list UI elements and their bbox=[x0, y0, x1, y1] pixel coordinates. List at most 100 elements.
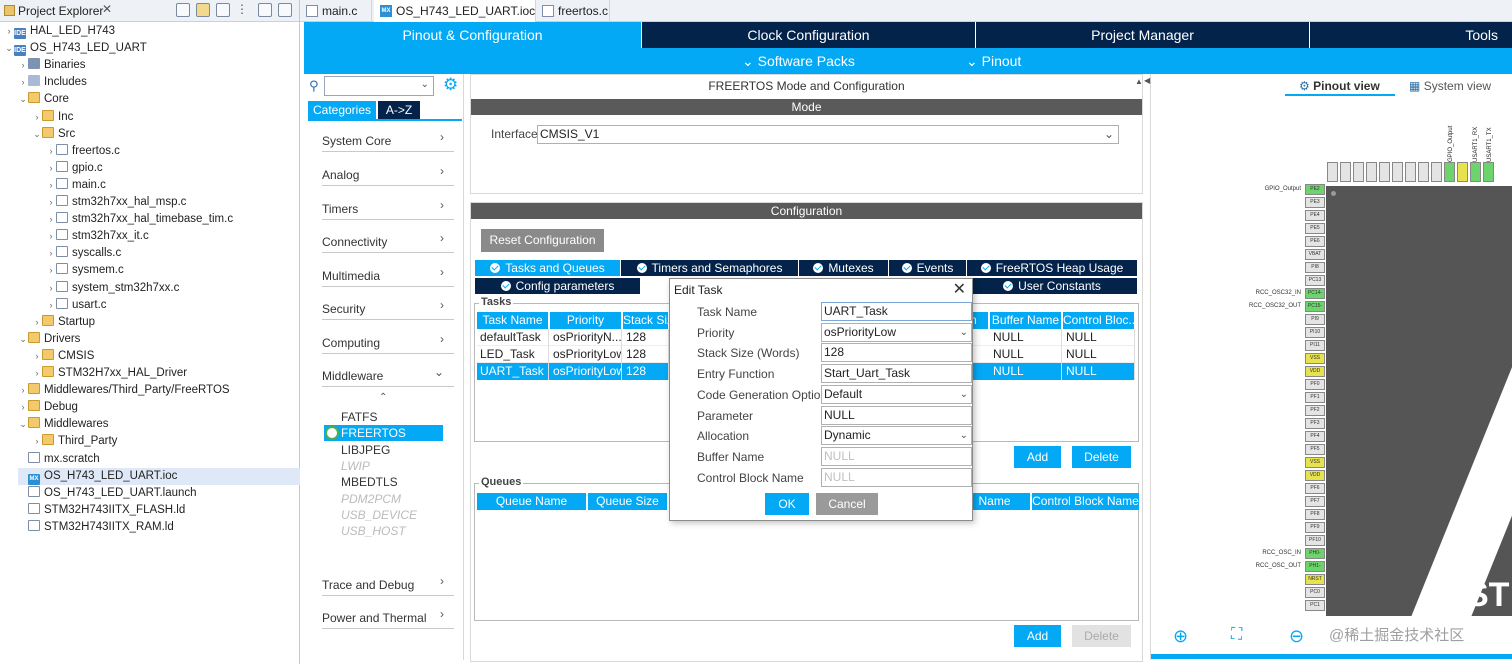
tree-item[interactable]: › Debug bbox=[18, 399, 78, 416]
tree-item[interactable]: › Binaries bbox=[18, 57, 86, 74]
link-editor-icon[interactable] bbox=[196, 3, 210, 17]
category-timers[interactable]: Timers › bbox=[322, 198, 454, 220]
tab-clock-configuration[interactable]: Clock Configuration bbox=[642, 22, 975, 48]
collapse-arrow-icon[interactable]: ◀ bbox=[1144, 76, 1150, 85]
tree-item[interactable]: ⌄IDE OS_H743_LED_UART bbox=[4, 40, 147, 57]
pin-pc15[interactable]: PC15- bbox=[1305, 301, 1325, 312]
pin-pf10[interactable]: PF10 bbox=[1305, 535, 1325, 546]
config-tab-mutexes[interactable]: Mutexes bbox=[799, 260, 889, 276]
pin-pf7[interactable]: PF7 bbox=[1305, 496, 1325, 507]
tree-item[interactable]: MX OS_H743_LED_UART.ioc bbox=[18, 467, 300, 485]
category-search-input[interactable]: ⌄ bbox=[324, 76, 434, 96]
expand-toggle-icon[interactable]: ⌄ bbox=[18, 331, 28, 348]
tasks-column-header[interactable]: Control Bloc... bbox=[1063, 312, 1135, 329]
dialog-field-allocation[interactable]: Dynamic ⌄ bbox=[821, 426, 972, 446]
expand-toggle-icon[interactable]: ⌄ bbox=[18, 416, 28, 433]
pin-vss[interactable]: VSS bbox=[1305, 353, 1325, 364]
tree-item[interactable]: STM32H743IITX_RAM.ld bbox=[18, 519, 174, 536]
middleware-item-usb_host[interactable]: USB_HOST bbox=[341, 523, 406, 539]
tree-item[interactable]: › sysmem.c bbox=[46, 262, 124, 279]
tree-item[interactable]: › stm32h7xx_hal_timebase_tim.c bbox=[46, 211, 233, 228]
expand-toggle-icon[interactable]: › bbox=[18, 399, 28, 416]
expand-toggle-icon[interactable]: › bbox=[46, 194, 56, 211]
tab-system-view[interactable]: ▦ System view bbox=[1409, 79, 1491, 93]
middleware-item-fatfs[interactable]: FATFS bbox=[341, 409, 377, 425]
middleware-item-freertos[interactable]: FREERTOS bbox=[324, 425, 443, 442]
middleware-item-libjpeg[interactable]: LIBJPEG bbox=[341, 442, 390, 458]
expand-toggle-icon[interactable]: › bbox=[32, 314, 42, 331]
middleware-item-lwip[interactable]: LWIP bbox=[341, 458, 370, 474]
expand-toggle-icon[interactable]: › bbox=[18, 57, 28, 74]
expand-toggle-icon[interactable]: ⌄ bbox=[4, 40, 14, 57]
pin-pf4[interactable]: PF4 bbox=[1305, 431, 1325, 442]
dialog-field-task-name[interactable]: UART_Task bbox=[821, 302, 972, 321]
tree-item[interactable]: › Third_Party bbox=[32, 433, 117, 450]
pin-pe6[interactable]: PE6 bbox=[1305, 236, 1325, 247]
tree-item[interactable]: › stm32h7xx_it.c bbox=[46, 228, 149, 245]
pin-pe1[interactable] bbox=[1327, 162, 1338, 182]
pin-pi10[interactable]: PI10 bbox=[1305, 327, 1325, 338]
config-tab-tasks-and-queues[interactable]: Tasks and Queues bbox=[475, 260, 621, 276]
tab-a-z[interactable]: A->Z bbox=[378, 101, 420, 119]
category-power-and-thermal[interactable]: Power and Thermal › bbox=[322, 607, 454, 629]
middleware-item-pdm2pcm[interactable]: PDM2PCM bbox=[341, 491, 401, 507]
close-icon[interactable]: ✕ bbox=[102, 2, 112, 16]
expand-toggle-icon[interactable]: › bbox=[18, 382, 28, 399]
tasks-column-header[interactable]: Task Name bbox=[477, 312, 549, 329]
pin-pf8[interactable]: PF8 bbox=[1305, 509, 1325, 520]
expand-toggle-icon[interactable]: › bbox=[4, 23, 14, 40]
pin-vdd[interactable]: VDD bbox=[1305, 366, 1325, 377]
tree-item[interactable]: STM32H743IITX_FLASH.ld bbox=[18, 502, 185, 519]
category-security[interactable]: Security › bbox=[322, 298, 454, 320]
dialog-field-entry-function[interactable]: Start_Uart_Task bbox=[821, 364, 972, 384]
tree-item[interactable]: ⌄ Core bbox=[18, 91, 69, 108]
software-packs-menu[interactable]: ⌄ Software Packs bbox=[742, 48, 855, 74]
close-icon[interactable]: ✕ bbox=[953, 279, 966, 299]
expand-toggle-icon[interactable]: › bbox=[46, 143, 56, 160]
tasks-column-header[interactable]: Buffer Name bbox=[990, 312, 1062, 329]
expand-toggle-icon[interactable]: › bbox=[46, 280, 56, 297]
tree-item[interactable]: › syscalls.c bbox=[46, 245, 121, 262]
expand-toggle-icon[interactable]: › bbox=[32, 348, 42, 365]
tree-item[interactable]: ⌄ Drivers bbox=[18, 331, 80, 348]
pin-ph0[interactable]: PH0- bbox=[1305, 548, 1325, 559]
pin-pc0[interactable]: PC0 bbox=[1305, 587, 1325, 598]
tab-categories[interactable]: Categories bbox=[308, 101, 376, 119]
tree-item[interactable]: › STM32H7xx_HAL_Driver bbox=[32, 365, 187, 382]
expand-toggle-icon[interactable]: › bbox=[18, 74, 28, 91]
ok-button[interactable]: OK bbox=[765, 493, 809, 515]
pin-pb6[interactable] bbox=[1418, 162, 1429, 182]
category-connectivity[interactable]: Connectivity › bbox=[322, 231, 454, 253]
pin-pi9[interactable]: PI9 bbox=[1305, 314, 1325, 325]
expand-toggle-icon[interactable]: › bbox=[46, 297, 56, 314]
tree-item[interactable]: › freertos.c bbox=[46, 143, 120, 160]
tree-item[interactable]: › Includes bbox=[18, 74, 87, 91]
tab-pinout-configuration[interactable]: Pinout & Configuration bbox=[304, 22, 641, 48]
pin-pb7[interactable] bbox=[1405, 162, 1416, 182]
pin-pf6[interactable]: PF6 bbox=[1305, 483, 1325, 494]
tree-item[interactable]: ⌄ Src bbox=[32, 126, 75, 143]
pin-pf2[interactable]: PF2 bbox=[1305, 405, 1325, 416]
pin-pe0[interactable] bbox=[1340, 162, 1351, 182]
fit-icon[interactable]: ⛶ bbox=[1231, 626, 1242, 644]
tree-item[interactable]: › Startup bbox=[32, 314, 95, 331]
dialog-field-code-generation-option[interactable]: Default ⌄ bbox=[821, 384, 972, 404]
tab-pinout-view[interactable]: ⚙ Pinout view bbox=[1299, 79, 1380, 93]
config-tab-timers-and-semaphores[interactable]: Timers and Semaphores bbox=[621, 260, 799, 276]
add-queue-button[interactable]: Add bbox=[1014, 625, 1061, 647]
pin-pe2[interactable]: PE2 bbox=[1305, 184, 1325, 195]
pin-pc14[interactable]: PC14- bbox=[1305, 288, 1325, 299]
dialog-field-parameter[interactable]: NULL bbox=[821, 405, 972, 425]
pin-pf0[interactable]: PF0 bbox=[1305, 379, 1325, 390]
gear-icon[interactable]: ⚙ bbox=[443, 75, 458, 95]
pin-ph1[interactable]: PH1- bbox=[1305, 561, 1325, 572]
pin-pc1[interactable]: PC1 bbox=[1305, 600, 1325, 611]
pinout-menu[interactable]: ⌄ Pinout bbox=[966, 48, 1021, 74]
queues-column-header[interactable]: Control Block Name bbox=[1032, 493, 1140, 510]
config-tab-config-parameters[interactable]: Config parameters bbox=[475, 278, 641, 294]
pin-pe4[interactable]: PE4 bbox=[1305, 210, 1325, 221]
tab-tools[interactable]: Tools bbox=[1310, 22, 1512, 48]
pin-pf1[interactable]: PF1 bbox=[1305, 392, 1325, 403]
middleware-item-usb_device[interactable]: USB_DEVICE bbox=[341, 507, 417, 523]
pin-pi8[interactable]: PI8 bbox=[1305, 262, 1325, 273]
